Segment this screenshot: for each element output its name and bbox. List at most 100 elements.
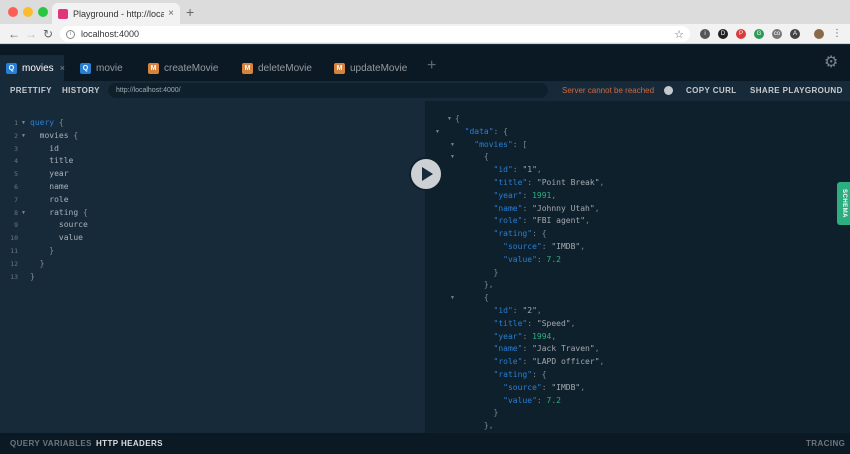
code-line: source (30, 219, 88, 232)
json-line: "value": 7.2 (455, 254, 604, 267)
minimize-window-button[interactable] (23, 7, 33, 17)
tab-movies[interactable]: Q movies × (0, 55, 65, 81)
code-line: } (30, 245, 88, 258)
history-button[interactable]: HISTORY (62, 86, 100, 95)
line-number: 1 (14, 119, 18, 127)
extension-d-icon[interactable]: D (718, 29, 728, 39)
json-string-value: "Johnny Utah" (532, 203, 595, 213)
tab-label: deleteMovie (258, 62, 312, 74)
fold-arrow-icon[interactable]: ▼ (450, 295, 455, 301)
fold-arrow-icon[interactable]: ▼ (450, 154, 455, 160)
prettify-button[interactable]: PRETTIFY (10, 86, 52, 95)
keyword-token: query (30, 118, 55, 127)
json-line: }, (455, 279, 604, 292)
endpoint-url-input[interactable]: http://localhost:4000/ (108, 83, 548, 98)
fold-arrow-icon[interactable]: ▼ (21, 210, 26, 216)
code-line: } (30, 271, 88, 284)
json-key: "name" (493, 344, 523, 354)
pinterest-icon[interactable]: P (736, 29, 746, 39)
add-tab-plus-icon[interactable]: + (427, 57, 436, 75)
field-token: title (49, 156, 74, 166)
punctuation-token: : [ (512, 139, 528, 149)
query-variables-tab[interactable]: QUERY VARIABLES (10, 439, 92, 448)
close-window-button[interactable] (8, 7, 18, 17)
http-headers-tab[interactable]: HTTP HEADERS (96, 439, 163, 448)
tab-create-movie[interactable]: M createMovie (142, 55, 224, 81)
punctuation-token: : (536, 395, 547, 405)
address-bar[interactable]: i localhost:4000 ☆ (60, 26, 690, 42)
line-number: 8 (14, 208, 18, 217)
graphql-playground: Q movies × Q movie M createMovie M delet… (0, 45, 850, 454)
punctuation-token: { (483, 152, 489, 162)
maximize-window-button[interactable] (38, 7, 48, 17)
line-number: 6 (14, 182, 18, 191)
fold-arrow-icon[interactable]: ▼ (21, 120, 26, 126)
punctuation-token: } (493, 267, 499, 277)
grammarly-icon[interactable]: G (754, 29, 764, 39)
field-token: name (49, 181, 69, 191)
json-line: "role": "LAPD officer", (455, 356, 605, 369)
menu-kebab-icon[interactable]: ⋮ (832, 29, 842, 39)
profile-avatar[interactable] (814, 29, 824, 39)
fold-arrow-icon[interactable]: ▼ (447, 116, 452, 122)
close-tab-icon[interactable]: × (60, 63, 65, 73)
results-panel: { "data": { "movies": [ { "id": "1", "ti… (425, 101, 850, 433)
punctuation-token: : (527, 177, 537, 187)
json-line: } (455, 407, 604, 420)
forward-arrow-icon[interactable]: → (25, 26, 37, 42)
settings-gear-icon[interactable]: ⚙ (824, 52, 838, 72)
line-number: 9 (14, 221, 18, 230)
json-key: "name" (493, 203, 523, 213)
punctuation-token: , (570, 318, 576, 328)
extension-co-icon[interactable]: co (772, 29, 782, 39)
back-arrow-icon[interactable]: ← (8, 26, 20, 42)
json-key: "source" (503, 382, 542, 392)
share-playground-button[interactable]: SHARE PLAYGROUND (750, 86, 843, 95)
tab-movie[interactable]: Q movie (74, 55, 129, 81)
query-editor[interactable]: 1 2 3 4 5 6 7 8 9 10 11 12 13 query { movies { id ti… (0, 101, 425, 433)
json-line: { (455, 113, 604, 126)
new-browser-tab-button[interactable]: + (186, 5, 194, 19)
execute-query-button[interactable] (409, 157, 443, 191)
copy-curl-button[interactable]: COPY CURL (686, 86, 737, 95)
json-key: "id" (493, 165, 513, 175)
punctuation-token: }, (483, 421, 494, 431)
browser-tab-playground[interactable]: Playground - http://localhost:4 × (52, 3, 180, 24)
punctuation-token: : (541, 382, 552, 392)
tab-label: movie (96, 62, 123, 74)
tab-update-movie[interactable]: M updateMovie (328, 55, 413, 81)
json-number-value: 1994 (532, 331, 552, 341)
query-code[interactable]: query { movies { id title year name role… (30, 117, 88, 283)
site-info-icon[interactable]: i (66, 29, 75, 39)
bookmark-star-icon[interactable]: ☆ (674, 28, 684, 41)
play-icon (422, 167, 433, 181)
fold-arrow-icon[interactable]: ▼ (450, 142, 455, 148)
fold-arrow-icon[interactable]: ▼ (435, 129, 440, 135)
json-key: "data" (464, 126, 494, 136)
punctuation-token: } (30, 271, 35, 281)
schema-tab[interactable]: SCHEMA (837, 182, 850, 225)
browser-toolbar: ← → ↻ i localhost:4000 ☆ i D P G co A ⋮ (0, 24, 850, 44)
extension-info-icon[interactable]: i (700, 29, 710, 39)
mutation-badge-icon: M (334, 62, 345, 74)
field-token: source (58, 220, 88, 230)
json-line: "title": "Speed", (455, 318, 604, 331)
extension-a-icon[interactable]: A (790, 29, 800, 39)
punctuation-token: : (512, 165, 523, 175)
reload-icon[interactable]: ↻ (43, 26, 53, 42)
punctuation-token: , (599, 357, 605, 367)
json-line: "value": 7.2 (455, 395, 604, 408)
json-line: "source": "IMDB", (455, 382, 604, 395)
tab-delete-movie[interactable]: M deleteMovie (236, 55, 318, 81)
json-line: "name": "Johnny Utah", (455, 203, 604, 216)
close-tab-icon[interactable]: × (168, 8, 174, 19)
punctuation-token: } (493, 408, 499, 418)
fold-arrow-icon[interactable]: ▼ (21, 133, 26, 139)
line-number: 7 (14, 195, 18, 204)
tracing-tab[interactable]: TRACING (806, 439, 845, 448)
punctuation-token: : (522, 357, 533, 367)
punctuation-token: { (78, 207, 88, 217)
json-key: "rating" (493, 229, 533, 239)
json-string-value: "Point Break" (536, 177, 600, 187)
punctuation-token: { (54, 118, 64, 127)
